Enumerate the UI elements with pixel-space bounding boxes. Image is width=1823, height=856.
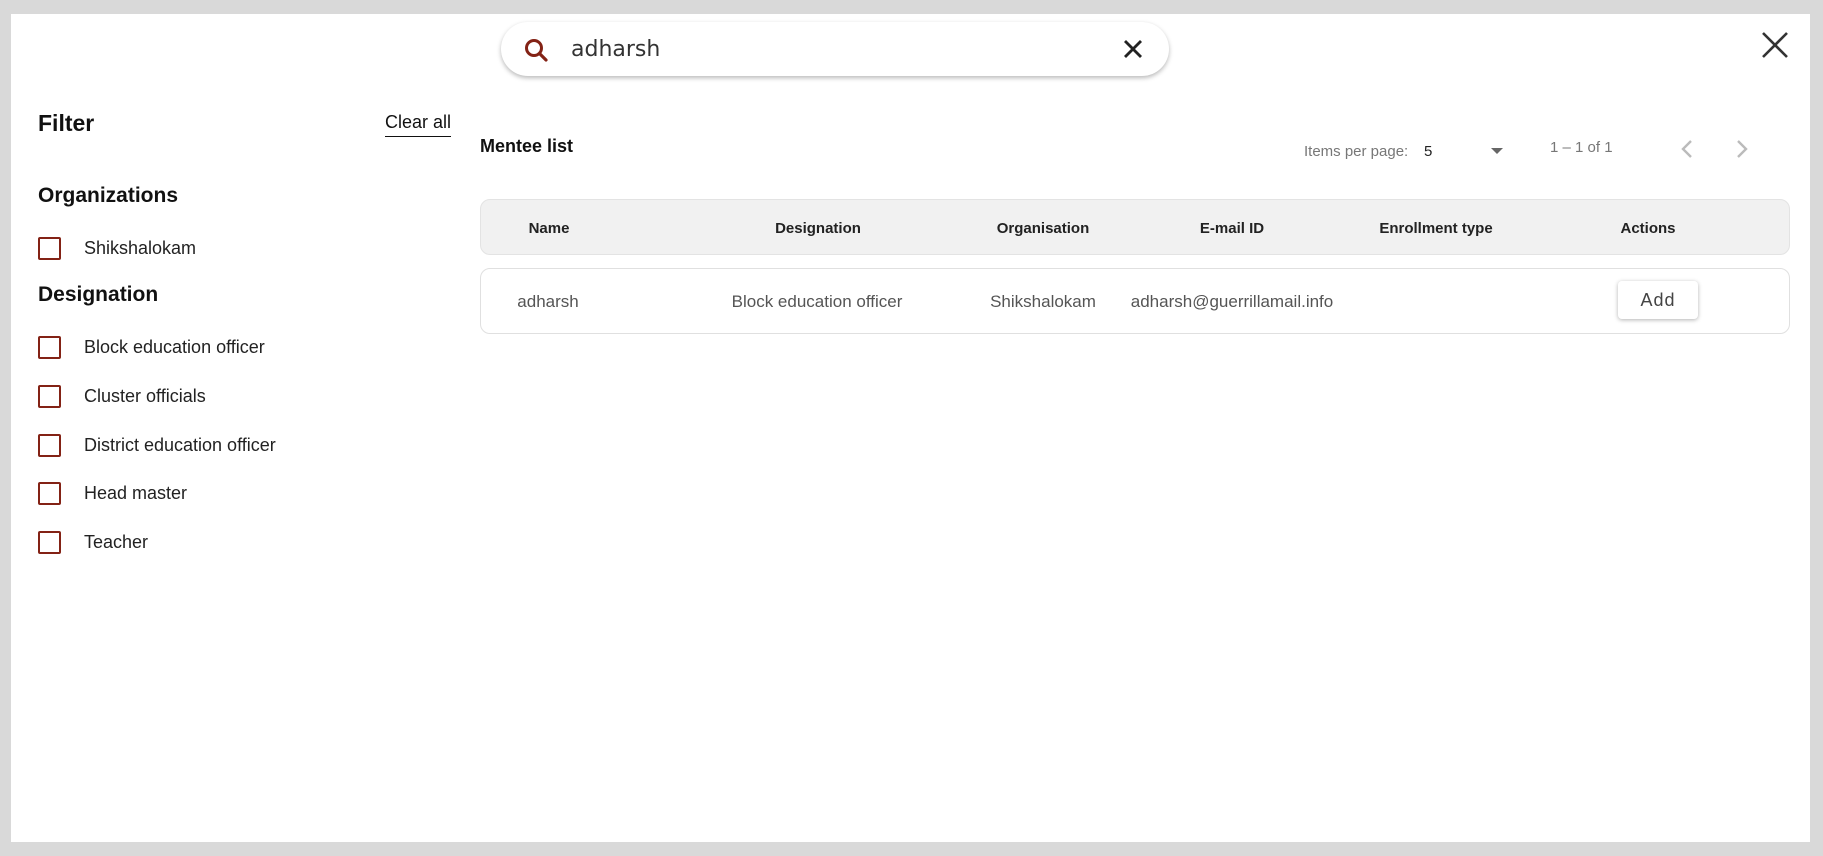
dropdown-arrow-icon: [1491, 148, 1503, 154]
next-page-icon[interactable]: [1728, 136, 1754, 162]
checkbox[interactable]: [38, 335, 61, 359]
table-header: Name Designation Organisation E-mail ID …: [480, 199, 1790, 255]
items-per-page-select[interactable]: 5: [1424, 138, 1504, 164]
filter-option-district-education-officer[interactable]: District education officer: [38, 431, 276, 459]
filter-group-title-designation: Designation: [38, 283, 159, 306]
filter-option-label: Teacher: [84, 531, 149, 552]
checkbox[interactable]: [38, 236, 61, 260]
mentee-search-dialog: Filter Clear all Organizations Shikshalo…: [11, 14, 1810, 842]
filter-option-label: District education officer: [84, 434, 276, 455]
checkbox[interactable]: [38, 384, 61, 408]
filter-title: Filter: [38, 110, 95, 136]
previous-page-icon[interactable]: [1675, 136, 1701, 162]
search-bar: [501, 22, 1169, 76]
filter-option-label: Block education officer: [84, 336, 265, 357]
column-header-designation: Designation: [775, 219, 861, 237]
close-dialog-icon[interactable]: [1758, 28, 1792, 62]
column-header-email: E-mail ID: [1199, 219, 1265, 237]
column-header-organisation: Organisation: [996, 219, 1090, 237]
filter-option-cluster-officials[interactable]: Cluster officials: [38, 382, 206, 410]
filter-option-label: Shikshalokam: [84, 237, 197, 258]
table-row: adharsh Block education officer Shikshal…: [480, 268, 1790, 334]
filter-option-label: Cluster officials: [84, 385, 206, 406]
add-mentee-button[interactable]: Add: [1618, 281, 1698, 319]
mentee-list-title: Mentee list: [480, 136, 574, 156]
clear-all-link[interactable]: Clear all: [385, 112, 452, 137]
cell-designation: Block education officer: [731, 292, 903, 311]
cell-organisation: Shikshalokam: [990, 292, 1096, 311]
filter-option-shikshalokam[interactable]: Shikshalokam: [38, 234, 196, 262]
checkbox[interactable]: [38, 530, 61, 554]
search-input[interactable]: [571, 32, 1091, 66]
column-header-actions: Actions: [1620, 219, 1676, 237]
filter-option-head-master[interactable]: Head master: [38, 479, 187, 507]
column-header-name: Name: [528, 219, 570, 237]
pagination-range-label: 1 – 1 of 1: [1550, 139, 1613, 156]
cell-name: adharsh: [517, 292, 579, 311]
checkbox[interactable]: [38, 481, 61, 505]
filter-option-teacher[interactable]: Teacher: [38, 528, 148, 556]
filter-option-block-education-officer[interactable]: Block education officer: [38, 333, 265, 361]
cell-email: adharsh@guerrillamail.info: [1130, 292, 1334, 311]
column-header-enrollment-type: Enrollment type: [1379, 219, 1493, 237]
checkbox[interactable]: [38, 433, 61, 457]
filter-option-label: Head master: [84, 482, 188, 503]
clear-search-icon[interactable]: [1121, 37, 1145, 61]
items-per-page-label: Items per page:: [1304, 143, 1409, 160]
items-per-page-value: 5: [1424, 142, 1433, 160]
search-icon: [525, 39, 548, 62]
filter-group-title-organizations: Organizations: [38, 184, 179, 207]
